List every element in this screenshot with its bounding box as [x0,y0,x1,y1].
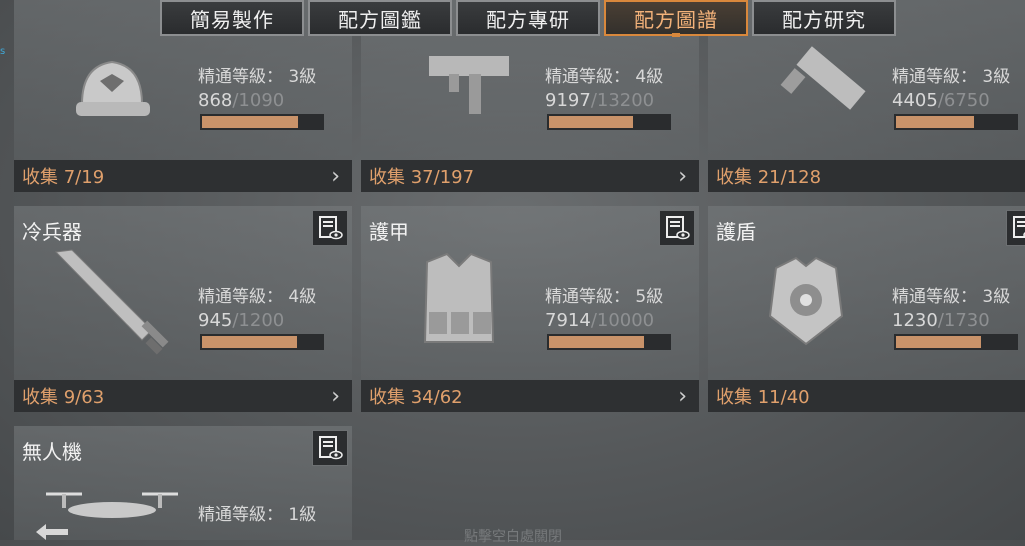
tab-recipe-catalog[interactable]: 配方圖鑑 [308,0,452,36]
experience-bar [894,334,1018,350]
chevron-right-icon: › [678,164,687,189]
details-eye-icon[interactable] [659,210,695,246]
close-hint: 點擊空白處關閉 [464,529,562,545]
mastery-level: 精通等級： 4級 [198,287,317,307]
collection-row[interactable]: 收集 11/40› [708,380,1025,412]
collection-row[interactable]: 收集 7/19 › [14,160,352,192]
tab-simple-craft[interactable]: 簡易製作 [160,0,304,36]
mastery-level: 精通等級： 3級 [198,67,317,87]
tab-recipe-research[interactable]: 配方研究 [752,0,896,36]
mastery-level: 精通等級： 5級 [545,287,664,307]
card-title: 冷兵器 [22,220,82,244]
chevron-right-icon: › [678,384,687,409]
chevron-right-icon: › [331,164,340,189]
experience-value: 7914/10000 [545,310,655,331]
collection-row[interactable]: 收集 37/197 › [361,160,699,192]
experience-value: 4405/6750 [892,90,990,111]
card-title: 護盾 [716,220,756,244]
shield-armor-icon [768,256,844,346]
experience-bar [894,114,1018,130]
collection-row[interactable]: 收集 9/63 › [14,380,352,412]
mastery-level: 精通等級： 3級 [892,67,1011,87]
category-card-shield[interactable]: 護盾 精通等級： 3級 1230/1730 收集 11/40› [708,206,1025,412]
details-eye-icon[interactable] [312,430,348,466]
chevron-right-icon: › [331,384,340,409]
collection-row[interactable]: 收集 34/62 › [361,380,699,412]
experience-value: 1230/1730 [892,310,990,331]
smg-icon [429,56,509,114]
category-card-armor[interactable]: 護甲 精通等級： 5級 7914/10000 收集 34/62 › [361,206,699,412]
collection-row[interactable]: 收集 21/128› [708,160,1025,192]
tab-bar: 簡易製作 配方圖鑑 配方專研 配方圖譜 配方研究 [160,0,896,38]
experience-value: 868/1090 [198,90,285,111]
tab-recipe-specialize[interactable]: 配方專研 [456,0,600,36]
edge-indicator: s [0,46,6,57]
card-title: 護甲 [369,220,409,244]
details-eye-icon[interactable] [1006,210,1025,246]
experience-bar [547,334,671,350]
experience-bar [200,334,324,350]
experience-bar [200,114,324,130]
vest-icon [423,252,495,343]
cap-icon [76,60,150,116]
experience-value: 9197/13200 [545,90,655,111]
tab-recipe-atlas[interactable]: 配方圖譜 [604,0,748,36]
category-card-melee[interactable]: 冷兵器 精通等級： 4級 945/1200 收集 9/63 › [14,206,352,412]
details-eye-icon[interactable] [312,210,348,246]
drone-icon [46,492,178,518]
experience-value: 945/1200 [198,310,285,331]
experience-bar [547,114,671,130]
mastery-level: 精通等級： 4級 [545,67,664,87]
sword-icon [54,249,169,355]
launcher-icon [780,46,866,110]
mastery-level: 精通等級： 3級 [892,287,1011,307]
back-arrow-icon[interactable] [30,518,74,540]
card-title: 無人機 [22,440,82,464]
mastery-level: 精通等級： 1級 [198,505,317,525]
